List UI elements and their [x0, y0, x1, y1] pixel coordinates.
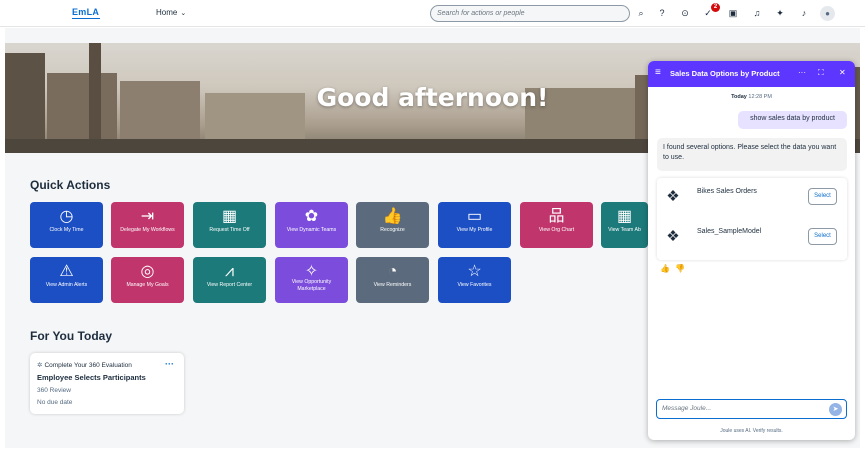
tile-label: Clock My Time: [49, 227, 84, 233]
timestamp-time: 12:28 PM: [748, 94, 772, 100]
joule-icon[interactable]: ✦: [773, 6, 787, 20]
chat-icon[interactable]: ▣: [726, 6, 740, 20]
data-option: ❖ Bikes Sales Orders Select: [657, 180, 847, 218]
calendar-icon: ▦: [221, 208, 238, 225]
select-button[interactable]: Select: [808, 228, 837, 245]
user-message: show sales data by product: [738, 111, 847, 129]
tile-label: View Report Center: [206, 282, 253, 288]
quick-action-tile[interactable]: ✿ View Dynamic Teams: [275, 202, 348, 248]
bot-message: I found several options. Please select t…: [657, 138, 847, 171]
tile-label: View Admin Alerts: [45, 282, 88, 288]
quick-action-tile[interactable]: ◔ View Reminders: [356, 257, 429, 303]
tile-label: Delegate My Workflows: [120, 227, 175, 233]
send-icon[interactable]: ➤: [829, 403, 842, 416]
quick-action-tile[interactable]: ▦ Request Time Off: [193, 202, 266, 248]
logo-underline: [72, 18, 100, 19]
shell-bar: EmLA Home ⌄ Search for actions or people …: [0, 0, 865, 27]
tile-label: View Org Chart: [538, 227, 575, 233]
search-icon[interactable]: ⌕: [634, 6, 648, 20]
tile-label: Manage My Goals: [126, 282, 169, 288]
quick-actions-title: Quick Actions: [30, 178, 111, 192]
quick-action-tile[interactable]: ◷ Clock My Time: [30, 202, 103, 248]
message-input[interactable]: Message Joule...: [656, 399, 847, 419]
search-input[interactable]: Search for actions or people: [430, 5, 630, 22]
card-subtitle: 360 Review: [37, 387, 71, 394]
quick-action-tile[interactable]: ⩘ View Report Center: [193, 257, 266, 303]
ai-disclaimer: Joule uses AI. Verify results.: [720, 428, 783, 434]
tile-label: Recognize: [380, 227, 405, 233]
chevron-down-icon: ⌄: [180, 10, 187, 17]
alert-icon: ⚠: [59, 263, 74, 280]
target-icon: ◎: [140, 263, 155, 280]
for-you-title: For You Today: [30, 329, 113, 343]
quick-action-tile[interactable]: ▦ View Team Ab: [601, 202, 648, 248]
option-name: Bikes Sales Orders: [697, 188, 757, 195]
quick-action-tile[interactable]: 品 View Org Chart: [520, 202, 593, 248]
card-type-label: Complete Your 360 Evaluation: [44, 362, 132, 369]
reminder-icon: ◔: [387, 263, 398, 280]
quick-action-tile[interactable]: ▭ View My Profile: [438, 202, 511, 248]
tile-label: View Favorites: [457, 282, 492, 288]
tile-label: View Dynamic Teams: [286, 227, 337, 233]
select-button[interactable]: Select: [808, 188, 837, 205]
chart-icon: ⩘: [224, 263, 235, 280]
tile-label: View Opportunity Marketplace: [291, 279, 332, 292]
quick-action-tile[interactable]: ◎ Manage My Goals: [111, 257, 184, 303]
more-options-icon[interactable]: ···: [798, 68, 806, 77]
tile-label: Request Time Off: [209, 227, 250, 233]
thumbs-up-icon: 👍: [382, 208, 403, 225]
delegate-icon: ⇥: [140, 208, 155, 225]
joule-title: Sales Data Options by Product: [670, 69, 780, 78]
tile-label: View Reminders: [373, 282, 412, 288]
teams-icon: ✿: [304, 208, 319, 225]
option-name: Sales_SampleModel: [697, 228, 762, 235]
todo-card[interactable]: ✲ Complete Your 360 Evaluation ··· Employ…: [30, 353, 184, 414]
help-icon[interactable]: ?: [655, 6, 669, 20]
star-icon: ☆: [467, 263, 482, 280]
quick-action-tile[interactable]: ☆ View Favorites: [438, 257, 511, 303]
cube-stack-icon: ❖: [666, 228, 680, 245]
home-menu-button[interactable]: Home ⌄: [156, 8, 186, 17]
company-logo[interactable]: EmLA: [72, 7, 99, 17]
quick-action-tile[interactable]: ⇥ Delegate My Workflows: [111, 202, 184, 248]
joule-header: ≡ Sales Data Options by Product ··· ⛶ ✕: [648, 61, 855, 87]
timestamp-day: Today: [731, 94, 747, 100]
home-menu-label: Home: [156, 8, 178, 17]
clock-icon: ◷: [59, 208, 74, 225]
evaluation-icon: ✲: [37, 362, 43, 369]
bell-icon[interactable]: ♪: [797, 6, 811, 20]
quick-action-tile[interactable]: ⚠ View Admin Alerts: [30, 257, 103, 303]
org-chart-icon: 品: [548, 208, 565, 225]
thumbs-up-icon[interactable]: 👍: [660, 264, 670, 273]
message-timestamp: Today 12:28 PM: [648, 94, 855, 100]
card-type: ✲ Complete Your 360 Evaluation: [37, 361, 132, 369]
avatar-icon[interactable]: ●: [820, 6, 835, 21]
quick-action-tile[interactable]: ✧ View Opportunity Marketplace: [275, 257, 348, 303]
tile-label: View My Profile: [456, 227, 493, 233]
tile-label: View Team Ab: [608, 227, 641, 233]
joule-panel: ≡ Sales Data Options by Product ··· ⛶ ✕ …: [648, 61, 855, 440]
quick-action-tile[interactable]: 👍 Recognize: [356, 202, 429, 248]
thumbs-down-icon[interactable]: 👎: [675, 264, 685, 273]
close-icon[interactable]: ✕: [839, 68, 846, 77]
location-icon[interactable]: ⊙: [678, 6, 692, 20]
calendar-icon: ▦: [616, 208, 633, 225]
data-options-list: ❖ Bikes Sales Orders Select ❖ Sales_Samp…: [657, 178, 847, 260]
cube-stack-icon: ❖: [666, 188, 680, 205]
profile-card-icon: ▭: [466, 208, 483, 225]
data-option: ❖ Sales_SampleModel Select: [657, 220, 847, 258]
card-due-date: No due date: [37, 399, 73, 406]
notification-badge: 2: [711, 3, 720, 12]
headset-icon[interactable]: ♫: [750, 6, 764, 20]
menu-icon[interactable]: ≡: [655, 67, 661, 78]
expand-icon[interactable]: ⛶: [818, 68, 824, 78]
card-title: Employee Selects Participants: [37, 373, 146, 382]
more-options-icon[interactable]: ···: [165, 359, 174, 369]
